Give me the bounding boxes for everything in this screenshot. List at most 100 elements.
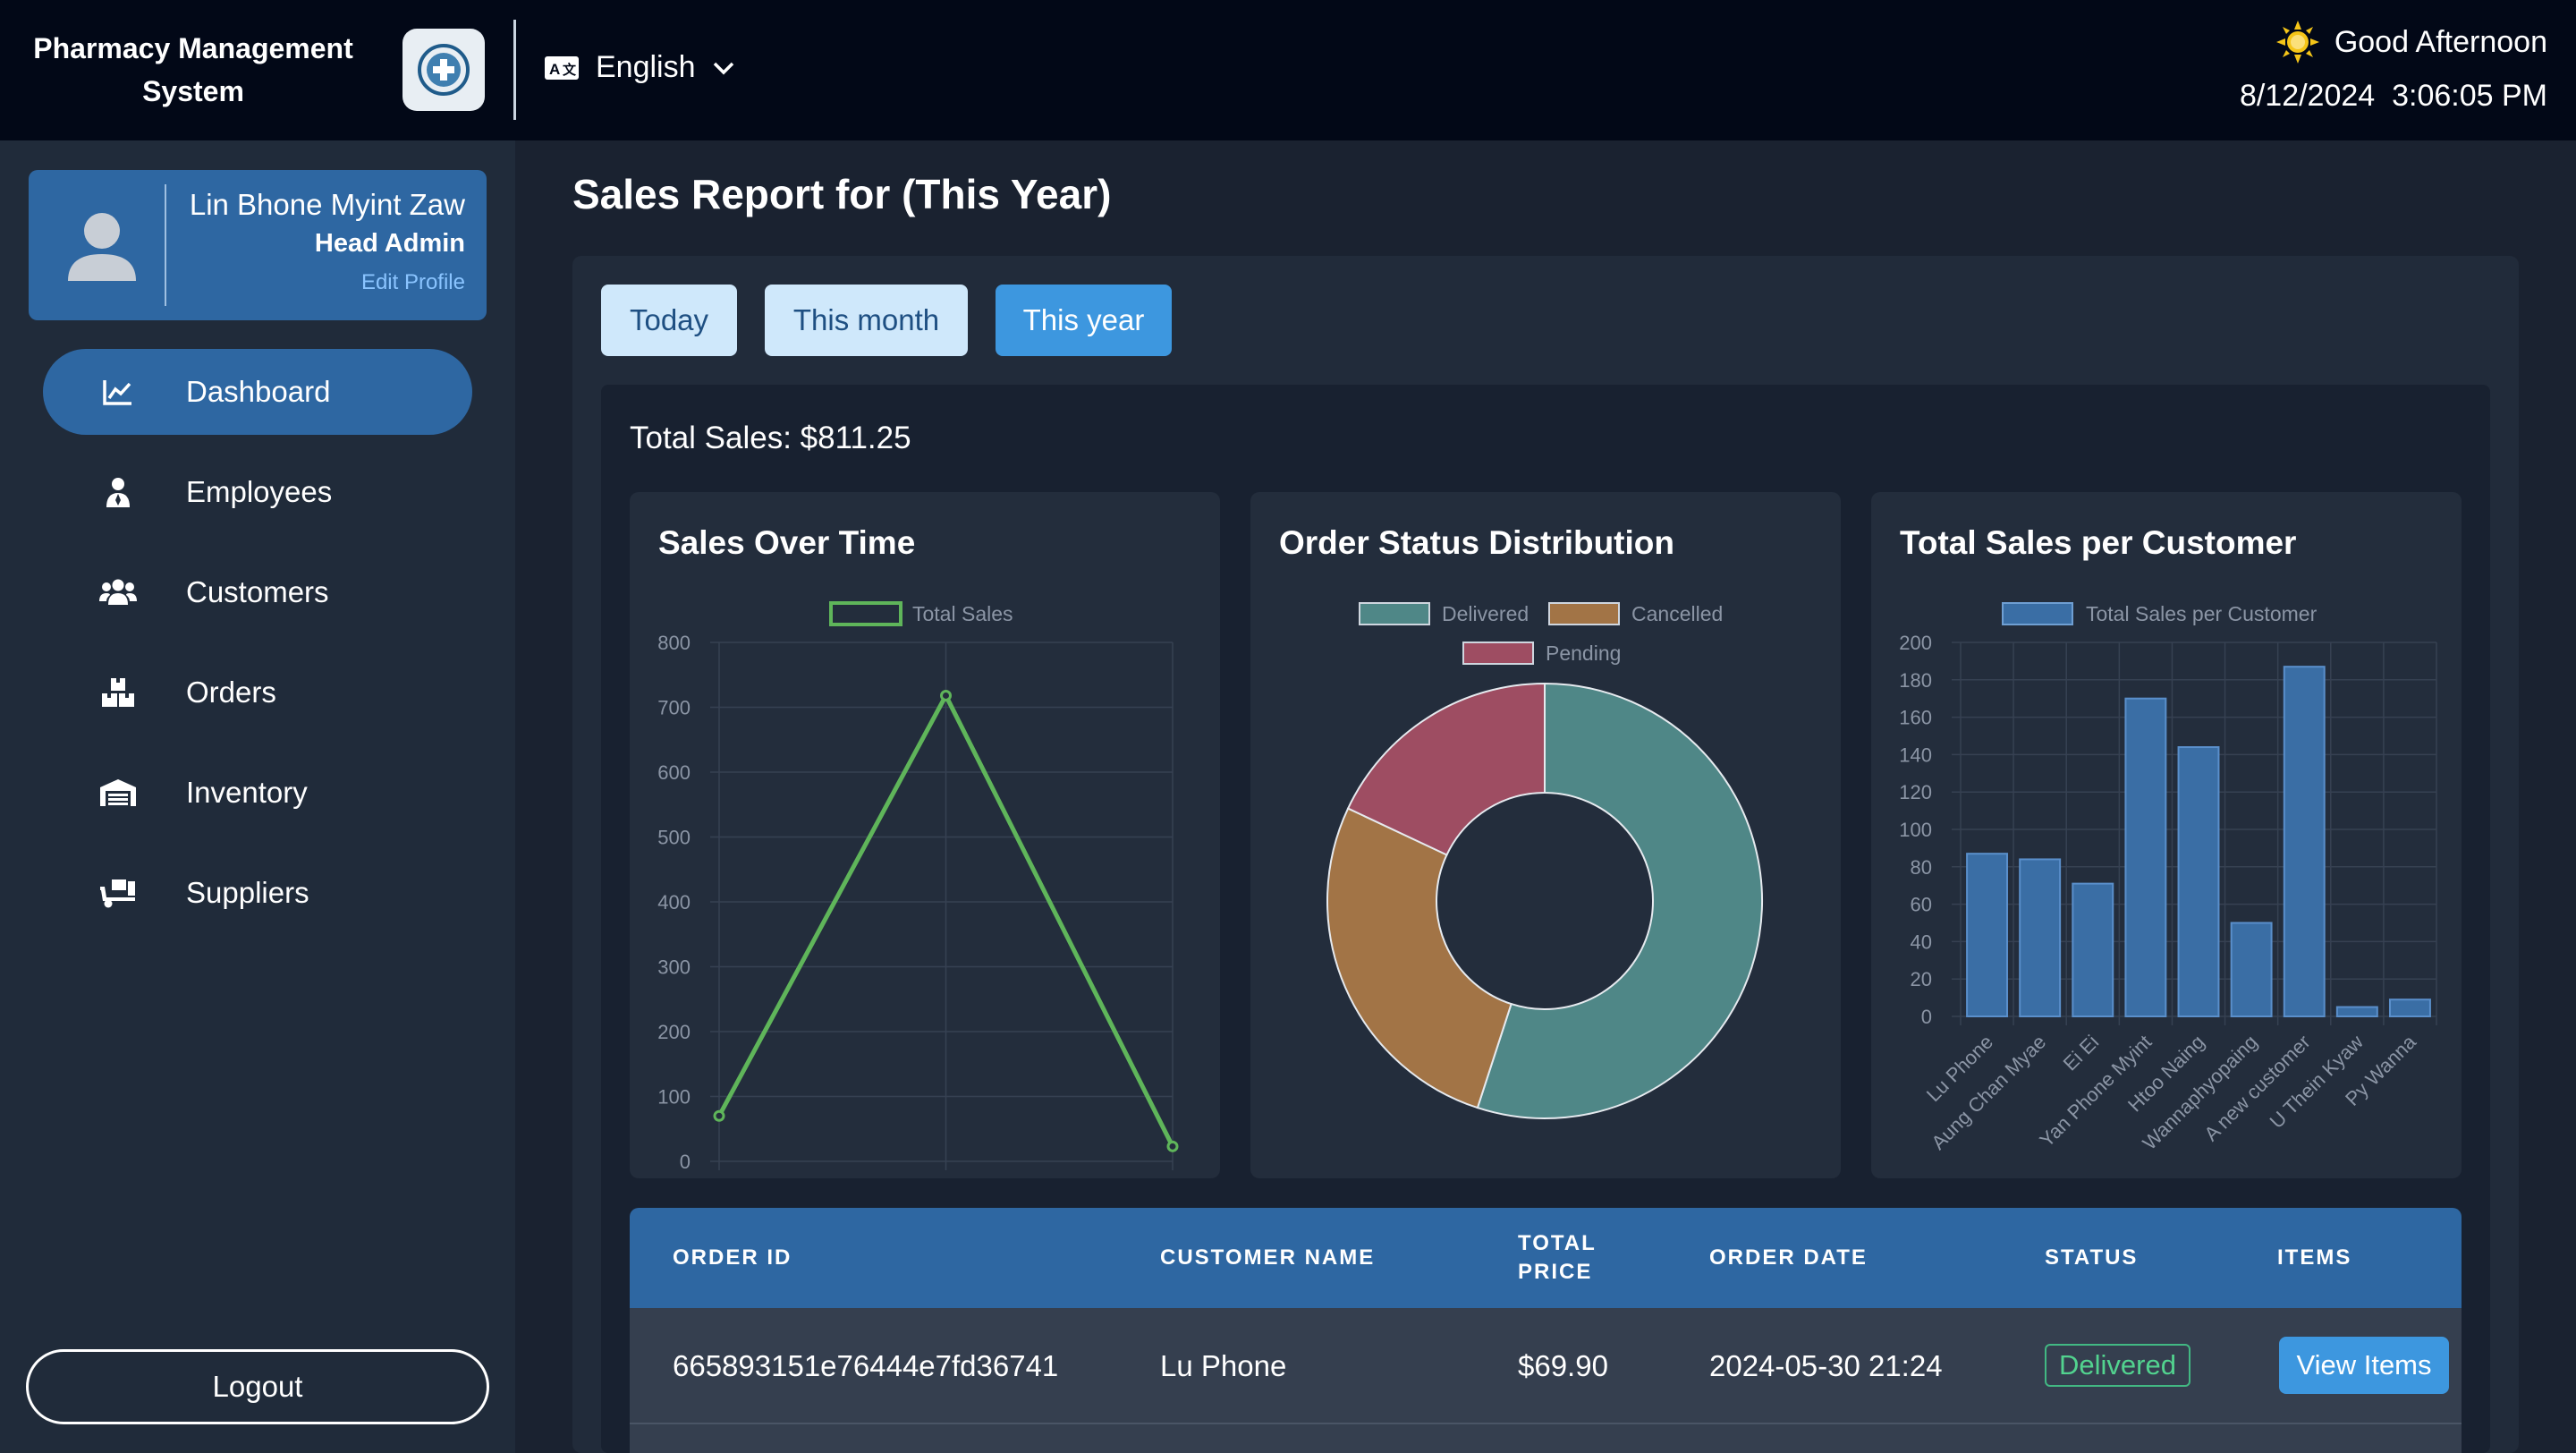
profile-divider: [165, 184, 166, 306]
legend-label: Pending: [1546, 642, 1621, 665]
y-tick-label: 800: [657, 632, 691, 654]
legend-label: Cancelled: [1631, 602, 1723, 625]
legend-swatch: [2002, 602, 2073, 625]
bar: [2124, 697, 2167, 1017]
filter-this-month-button[interactable]: This month: [765, 285, 968, 356]
legend-label: Total Sales per Customer: [2086, 602, 2318, 625]
user-tie-icon: [89, 477, 147, 507]
data-point: [940, 689, 952, 701]
sidebar-item-inventory[interactable]: Inventory: [43, 750, 472, 836]
bar: [2177, 746, 2220, 1017]
y-tick-label: 0: [1921, 1006, 1932, 1028]
total-sales: Total Sales: $811.25: [630, 421, 911, 455]
doughnut-chart: Delivered Cancelled Pending: [1326, 602, 1763, 1119]
table-row-partial: [630, 1424, 2462, 1453]
y-tick-label: 180: [1899, 669, 1932, 692]
status-badge: Delivered: [2045, 1344, 2190, 1387]
cell-order-date: 2024-05-30 21:24: [1709, 1349, 1943, 1382]
y-tick-label: 20: [1911, 968, 1932, 990]
y-tick-label: 80: [1911, 856, 1932, 879]
users-icon: [89, 578, 147, 607]
sidebar-item-label: Inventory: [186, 776, 308, 809]
svg-text:文: 文: [563, 62, 577, 78]
sidebar-item-label: Suppliers: [186, 876, 309, 909]
header-divider: [513, 20, 516, 120]
header-customer-name: CUSTOMER NAME: [1160, 1245, 1376, 1270]
language-selector[interactable]: A 文 English: [544, 50, 735, 85]
data-point: [713, 1109, 725, 1122]
sidebar: Lin Bhone Myint Zaw Head Admin Edit Prof…: [0, 140, 515, 1453]
edit-profile-link[interactable]: Edit Profile: [361, 270, 465, 295]
sidebar-item-employees[interactable]: Employees: [43, 449, 472, 535]
legend-swatch: [1462, 642, 1534, 665]
y-tick-label: 500: [657, 827, 691, 849]
sidebar-item-label: Orders: [186, 676, 276, 709]
line-chart: 0 100 200 300 400 500 600 700 800 Total Sales: [657, 601, 1179, 1173]
cell-customer-name: Lu Phone: [1160, 1349, 1287, 1382]
header-total-price: TOTAL PRICE: [1518, 1229, 1597, 1287]
profile-card: Lin Bhone Myint Zaw Head Admin Edit Prof…: [29, 170, 487, 320]
page-title: Sales Report for (This Year): [572, 171, 1112, 217]
orders-table: ORDER ID CUSTOMER NAME TOTAL PRICE ORDER…: [630, 1208, 2462, 1453]
sales-over-time-card: Sales Over Time 0 100 200 300 400 500 600 700 80…: [630, 492, 1220, 1178]
sidebar-item-dashboard[interactable]: Dashboard: [43, 349, 472, 435]
bar: [2388, 998, 2431, 1018]
filter-today-button[interactable]: Today: [601, 285, 737, 356]
bar: [2335, 1006, 2378, 1017]
y-tick-label: 60: [1911, 894, 1932, 916]
x-tick-label: Ei Ei: [2059, 1031, 2104, 1075]
sidebar-item-label: Customers: [186, 575, 329, 608]
filter-this-year-button[interactable]: This year: [996, 285, 1172, 356]
truck-icon: [89, 878, 147, 908]
legend-swatch: [1359, 602, 1430, 625]
y-tick-label: 300: [657, 956, 691, 979]
sales-per-customer-card: Total Sales per Customer 0 20 40 60 80 100 120…: [1871, 492, 2462, 1178]
date-text: 8/12/2024: [2239, 79, 2376, 113]
sidebar-item-label: Dashboard: [186, 375, 331, 408]
app-title-line1: Pharmacy Management: [33, 32, 353, 64]
y-tick-label: 0: [680, 1151, 691, 1173]
sidebar-item-customers[interactable]: Customers: [43, 549, 472, 635]
legend-label: Total Sales: [912, 602, 1013, 625]
header-total-price-line2: PRICE: [1518, 1260, 1593, 1284]
y-tick-label: 400: [657, 891, 691, 913]
bar: [2283, 666, 2326, 1017]
header-items: ITEMS: [2277, 1245, 2352, 1270]
warehouse-icon: [89, 778, 147, 807]
header-total-price-line1: TOTAL: [1518, 1231, 1597, 1255]
bar: [2230, 922, 2273, 1017]
chevron-down-icon: [713, 62, 733, 74]
bar: [2019, 858, 2062, 1017]
datetime: 8/12/2024 3:06:05 PM: [2240, 79, 2547, 114]
legend-swatch: [829, 601, 902, 626]
bar: [2072, 882, 2114, 1017]
app-title-line2: System: [142, 75, 244, 107]
x-tick-label: U Thein Kyaw: [2266, 1031, 2368, 1133]
cell-order-id: 665893151e76444e7fd36741: [673, 1349, 1059, 1382]
cell-total-price: $69.90: [1518, 1349, 1608, 1382]
legend-swatch: [1548, 602, 1620, 625]
table-header: ORDER ID CUSTOMER NAME TOTAL PRICE ORDER…: [630, 1208, 2462, 1308]
pie-slice: [1326, 807, 1513, 1109]
greeting: Good Afternoon: [2275, 20, 2547, 64]
header-order-id: ORDER ID: [673, 1245, 792, 1270]
app-title: Pharmacy Management System: [18, 27, 369, 113]
language-label: English: [596, 50, 696, 84]
y-tick-label: 700: [657, 697, 691, 719]
y-tick-label: 100: [657, 1086, 691, 1109]
header-status: STATUS: [2045, 1245, 2139, 1270]
view-items-button[interactable]: View Items: [2279, 1337, 2449, 1394]
profile-name: Lin Bhone Myint Zaw: [189, 188, 465, 221]
svg-text:A: A: [549, 61, 560, 78]
sidebar-item-suppliers[interactable]: Suppliers: [43, 850, 472, 936]
top-bar: Pharmacy Management System A 文 English G…: [0, 0, 2576, 140]
sun-icon: [2275, 21, 2319, 64]
logout-button[interactable]: Logout: [26, 1349, 489, 1424]
avatar-icon: [68, 213, 136, 281]
time-text: 3:06:05 PM: [2392, 79, 2547, 113]
greeting-text: Good Afternoon: [2334, 24, 2547, 59]
pharmacy-logo-icon: [402, 29, 485, 111]
y-tick-label: 140: [1899, 743, 1932, 766]
y-tick-label: 200: [1899, 632, 1932, 654]
sidebar-item-orders[interactable]: Orders: [43, 650, 472, 735]
